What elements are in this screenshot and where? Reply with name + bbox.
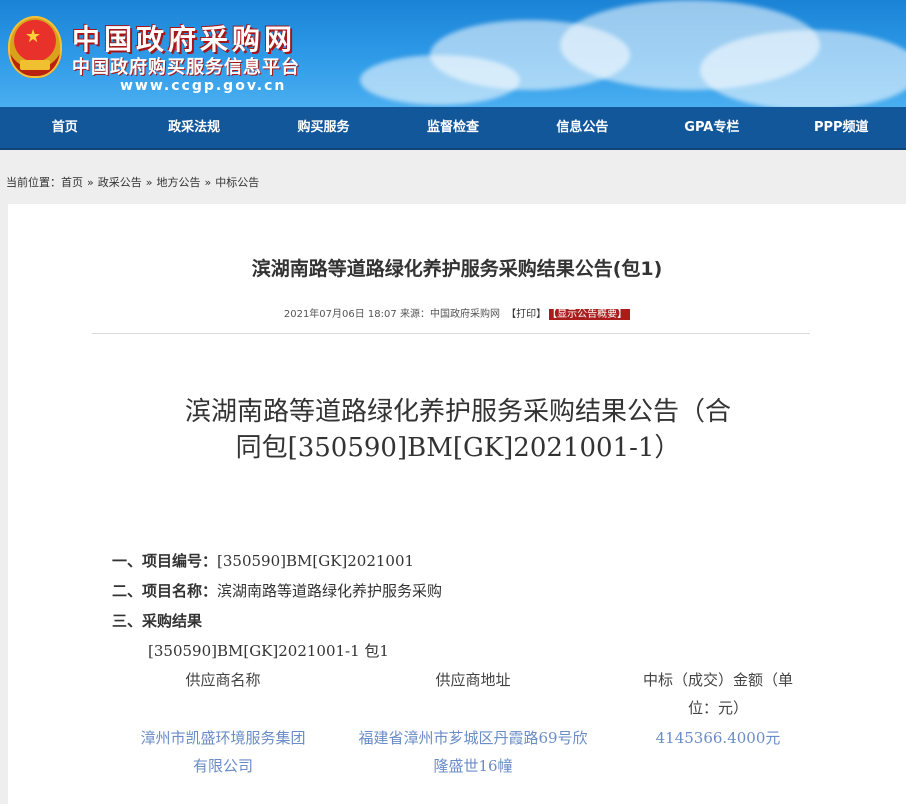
- show-summary-button[interactable]: 【显示公告概要】: [549, 309, 631, 320]
- column-header-supplier-address: 供应商地址: [435, 671, 511, 689]
- site-subtitle: 中国政府购买服务信息平台: [72, 57, 300, 78]
- supplier-name-cell[interactable]: 漳州市凯盛环境服务集团 有限公司: [118, 724, 328, 780]
- source-label: 来源：: [399, 309, 430, 320]
- breadcrumb-procurement-notices[interactable]: 政采公告: [98, 176, 142, 189]
- nav-item-ppp[interactable]: PPP频道: [777, 106, 906, 149]
- breadcrumb-separator: »: [204, 176, 212, 189]
- table-row: 漳州市凯盛环境服务集团 有限公司 福建省漳州市芗城区丹霞路69号欣 隆盛世16幢…: [118, 724, 818, 780]
- site-banner: ★ 中国政府采购网 中国政府购买服务信息平台 www.ccgp.gov.cn: [0, 0, 906, 107]
- article-title: 滨湖南路等道路绿化养护服务采购结果公告(包1): [251, 258, 663, 280]
- award-amount-cell: 4145366.4000元: [655, 729, 781, 747]
- main-nav: 首页 政采法规 购买服务 监督检查 信息公告 GPA专栏 PPP频道: [0, 107, 906, 150]
- supplier-address-cell: 福建省漳州市芗城区丹霞路69号欣 隆盛世16幢: [328, 724, 618, 780]
- column-header-line: 中标（成交）金额（单: [642, 671, 793, 689]
- article-meta: 2021年07月06日 18:07 来源：中国政府采购网 【打印】 【显示公告概要…: [8, 305, 906, 320]
- package-id: [350590]BM[GK]2021001-1 包1: [148, 642, 389, 660]
- procurement-result-label: 三、采购结果: [112, 612, 203, 630]
- nav-item-supervision[interactable]: 监督检查: [388, 106, 517, 149]
- section-project-number: 一、项目编号：[350590]BM[GK]2021001: [112, 550, 414, 571]
- breadcrumb-separator: »: [145, 176, 153, 189]
- supplier-address-line: 隆盛世16幢: [433, 757, 513, 775]
- divider: [92, 333, 810, 334]
- document-heading-line: 滨湖南路等道路绿化养护服务采购结果公告（合: [184, 397, 731, 427]
- breadcrumb-award-notices[interactable]: 中标公告: [215, 176, 259, 189]
- publish-date: 2021年07月06日 18:07: [283, 309, 397, 320]
- project-number-label: 一、项目编号：: [112, 552, 218, 570]
- nav-item-home[interactable]: 首页: [0, 106, 129, 149]
- column-header-supplier-name: 供应商名称: [185, 671, 261, 689]
- breadcrumb-separator: »: [87, 176, 94, 189]
- national-emblem-icon: ★: [8, 16, 62, 78]
- section-procurement-result: 三、采购结果: [112, 610, 202, 631]
- breadcrumb-local-notices[interactable]: 地方公告: [156, 176, 200, 189]
- cloud-decoration: [360, 55, 520, 105]
- nav-item-announcements[interactable]: 信息公告: [518, 106, 647, 149]
- print-link[interactable]: 【打印】: [506, 309, 546, 320]
- result-table: 供应商名称 供应商地址 中标（成交）金额（单 位：元） 漳州市凯盛环境服务集团 …: [118, 666, 818, 780]
- supplier-name-line: 漳州市凯盛环境服务集团: [140, 729, 306, 747]
- document-heading-line: 同包[350590]BM[GK]2021001-1）: [235, 433, 681, 463]
- supplier-address-line: 福建省漳州市芗城区丹霞路69号欣: [358, 729, 588, 747]
- project-name-label: 二、项目名称：: [112, 582, 218, 600]
- column-header-award-amount: 中标（成交）金额（单 位：元）: [618, 666, 818, 722]
- nav-item-purchase-services[interactable]: 购买服务: [259, 106, 388, 149]
- site-title[interactable]: 中国政府采购网: [72, 18, 296, 58]
- project-number-value: [350590]BM[GK]2021001: [217, 552, 415, 570]
- supplier-name-line: 有限公司: [192, 757, 253, 775]
- table-header-row: 供应商名称 供应商地址 中标（成交）金额（单 位：元）: [118, 666, 818, 722]
- project-name-value: 滨湖南路等道路绿化养护服务采购: [217, 582, 443, 600]
- document-heading: 滨湖南路等道路绿化养护服务采购结果公告（合 同包[350590]BM[GK]20…: [98, 394, 818, 466]
- column-header-line: 位：元）: [687, 699, 748, 717]
- nav-item-gpa[interactable]: GPA专栏: [647, 106, 776, 149]
- breadcrumb-home[interactable]: 首页: [61, 176, 83, 189]
- section-project-name: 二、项目名称：滨湖南路等道路绿化养护服务采购: [112, 580, 442, 601]
- breadcrumb-prefix: 当前位置：: [6, 176, 61, 189]
- article-panel: 滨湖南路等道路绿化养护服务采购结果公告(包1) 2021年07月06日 18:0…: [8, 204, 906, 804]
- nav-item-regulations[interactable]: 政采法规: [129, 106, 258, 149]
- site-url: www.ccgp.gov.cn: [120, 78, 287, 94]
- breadcrumb: 当前位置：首页» 政采公告» 地方公告» 中标公告: [0, 150, 906, 206]
- source-name: 中国政府采购网: [429, 309, 500, 320]
- cloud-decoration: [700, 30, 906, 107]
